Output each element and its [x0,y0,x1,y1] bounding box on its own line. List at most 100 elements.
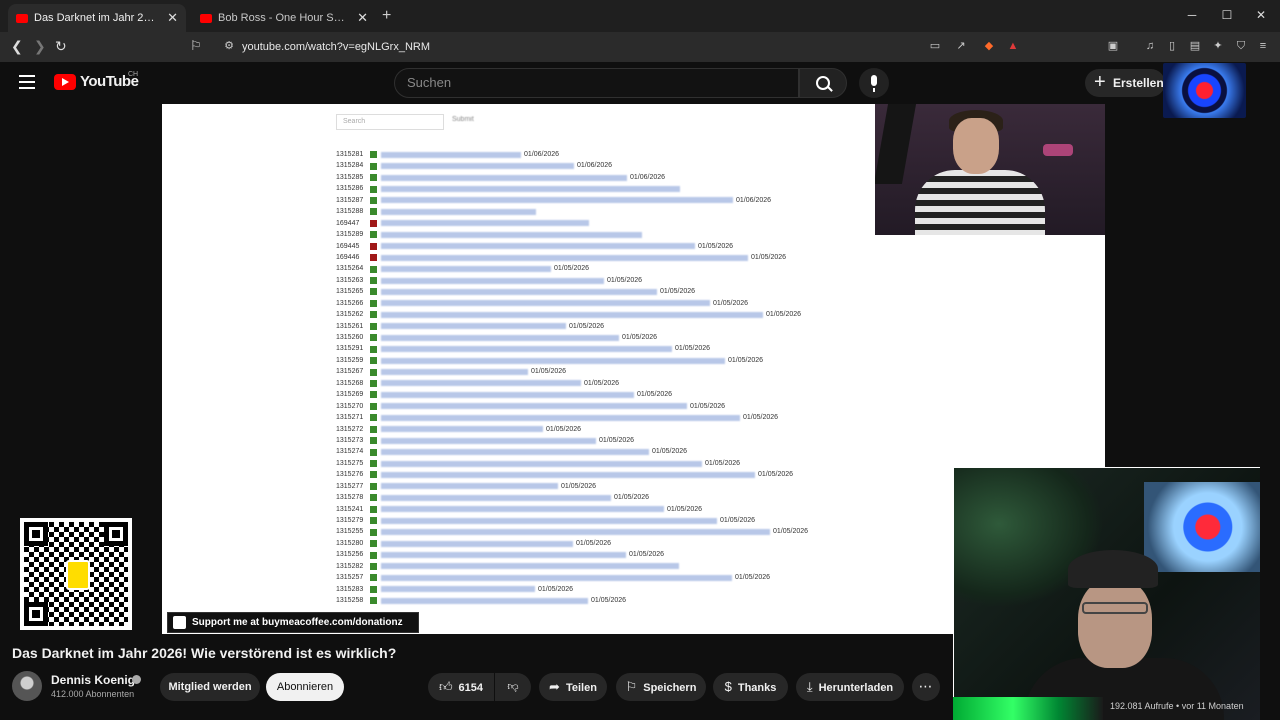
category-square-icon [370,368,377,376]
row-id: 1315284 [336,162,364,170]
reload-icon[interactable]: ↻ [55,38,67,55]
url-field[interactable]: youtube.com/watch?v=egNLGrx_NRM [214,37,1014,57]
thumbs-down-icon: 👎︎ [507,681,519,693]
close-window-icon[interactable]: ✕ [1253,8,1269,22]
channel-name[interactable]: Dennis Koenig [51,673,135,687]
youtube-logo-icon[interactable] [54,74,76,90]
menu-icon[interactable]: ≡ [1256,39,1270,53]
row-id: 1315261 [336,322,364,330]
download-icon: ⤓ [806,679,813,694]
rewards-icon[interactable]: ▲ [1006,39,1020,53]
redacted-title [381,266,551,273]
bookmark-icon[interactable]: ⚐ [190,38,202,54]
new-tab-button[interactable]: + [382,7,391,25]
table-row: 169447 [336,218,896,229]
thanks-button[interactable]: $ Thanks [713,673,788,701]
row-date: 01/05/2026 [546,425,582,433]
row-id: 1315278 [336,494,364,502]
row-date: 01/05/2026 [735,574,771,582]
table-row: 1315265 01/05/2026 [336,286,896,297]
category-square-icon [370,334,377,342]
row-date: 01/05/2026 [720,517,756,524]
minimize-icon[interactable]: ─ [1184,8,1200,22]
row-id: 1315291 [336,345,364,353]
redacted-title [381,254,748,261]
share-label: Teilen [565,682,597,694]
channel-avatar[interactable] [12,671,42,701]
category-square-icon [370,414,377,422]
redacted-title [381,231,642,238]
row-id: 1315283 [336,585,364,593]
row-date: 01/05/2026 [576,539,612,547]
category-square-icon [370,585,377,593]
category-square-icon [370,528,377,536]
row-id: 1315274 [336,448,364,456]
close-tab-icon[interactable]: ✕ [167,10,178,26]
donation-text: Support me at buymeacoffee.com/donationz [192,617,403,628]
account-avatar[interactable] [1163,63,1246,118]
leo-icon[interactable]: ✦ [1211,39,1225,53]
vpn-icon[interactable]: ⛉ [1234,39,1248,53]
search-input[interactable]: Suchen [394,68,799,98]
download-label: Herunterladen [818,682,894,694]
table-row: 1315279 01/05/2026 [336,515,896,526]
view-count: 192.081 Aufrufe • vor 11 Monaten [1110,701,1244,711]
brave-shield-icon[interactable]: ◆ [982,39,996,53]
forward-icon[interactable]: ❯ [34,38,46,55]
tab-label: Das Darknet im Jahr 2026! Wie [34,12,159,24]
row-date: 01/05/2026 [713,299,749,307]
save-button[interactable]: ⚐ Speichern [616,673,706,701]
row-date: 01/06/2026 [630,173,666,181]
region-code: CH [128,71,139,78]
redacted-title [381,208,536,215]
row-date: 01/05/2026 [614,494,650,502]
back-icon[interactable]: ❮ [11,38,23,55]
more-actions-button[interactable]: ⋯ [912,673,940,701]
cast-icon[interactable]: ▭ [928,39,942,53]
download-button[interactable]: ⤓ Herunterladen [796,673,904,701]
tab-bob-ross[interactable]: Bob Ross - One Hour Special - The G ✕ [192,4,376,32]
table-row: 1315285 01/06/2026 [336,172,896,183]
tab-search-icon[interactable]: ▣ [1106,39,1120,53]
category-square-icon [370,505,377,513]
table-row: 1315289 [336,229,896,240]
subscribe-button[interactable]: Abonnieren [266,673,344,701]
table-row: 1315261 01/05/2026 [336,321,896,332]
table-row: 1315264 01/05/2026 [336,263,896,274]
row-id: 1315241 [336,505,364,513]
share-button[interactable]: ➦ Teilen [539,673,607,701]
close-tab-icon[interactable]: ✕ [357,10,368,26]
site-info-icon[interactable]: ⚙ [222,39,236,53]
hamburger-menu-icon[interactable] [19,75,35,89]
share-icon[interactable]: ↗ [954,39,968,53]
redacted-title [381,243,695,250]
redacted-title [381,563,679,570]
dislike-button[interactable]: 👎︎ [495,673,531,701]
redacted-title [381,414,740,421]
category-square-icon [370,322,377,330]
media-icon[interactable]: ♫ [1143,39,1157,53]
search-button[interactable] [799,68,847,98]
table-row: 1315273 01/05/2026 [336,435,896,446]
voice-search-icon[interactable] [859,68,889,98]
create-button[interactable]: Erstellen [1085,68,1165,97]
table-row: 1315291 01/05/2026 [336,343,896,354]
sidebar-icon[interactable]: ▯ [1165,39,1179,53]
table-row: 169445 01/05/2026 [336,241,896,252]
maximize-icon[interactable]: ☐ [1219,8,1235,22]
join-button[interactable]: Mitglied werden [160,673,260,701]
category-square-icon [370,219,377,227]
redacted-title [381,403,687,410]
table-row: 1315258 01/05/2026 [336,595,896,606]
reactor-logo [953,697,1103,720]
wallet-icon[interactable]: ▤ [1188,39,1202,53]
row-id: 1315258 [336,597,364,605]
tab-current-video[interactable]: Das Darknet im Jahr 2026! Wie ✕ [8,4,186,32]
coffee-cup-icon [66,560,90,590]
row-id: 1315276 [336,471,364,479]
category-square-icon [370,482,377,490]
like-button[interactable]: 👍︎ 6154 [428,673,494,701]
category-square-icon [370,254,377,262]
redacted-title [381,288,657,295]
table-row: 1315267 01/05/2026 [336,366,896,377]
